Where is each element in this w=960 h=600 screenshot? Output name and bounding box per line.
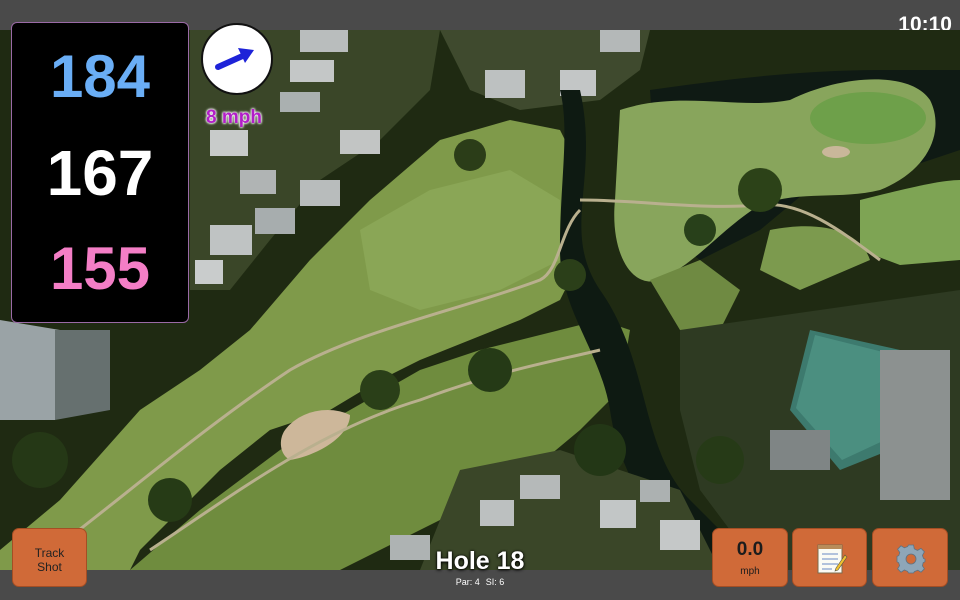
track-shot-line1: Track (34, 546, 65, 560)
track-shot-label: Track Shot (13, 546, 86, 574)
notepad-icon (817, 544, 848, 574)
wind-speed: 8 mph (206, 107, 262, 128)
middle-distance: 167 (46, 137, 154, 209)
front-distance: 155 (49, 235, 151, 302)
speed-unit: mph (740, 566, 760, 577)
settings-button[interactable] (872, 528, 948, 587)
arrow-northeast-icon (215, 48, 254, 70)
wind-indicator (201, 23, 273, 95)
hole-par: Par: 4 (455, 577, 480, 587)
distance-panel: 184 167 155 (11, 22, 189, 323)
notes-button[interactable] (792, 528, 867, 587)
hole-title: Hole 18 (435, 547, 525, 575)
hole-si: SI: 6 (485, 577, 505, 587)
back-distance: 184 (49, 43, 151, 110)
hole-info: Par: 4 SI: 6 (380, 578, 580, 587)
speed-value: 0.0 (736, 539, 764, 560)
gear-icon (896, 544, 926, 574)
track-shot-line2: Shot (37, 560, 62, 574)
track-shot-button[interactable]: Track Shot (12, 528, 87, 587)
speed-button[interactable]: 0.0 mph (712, 528, 788, 587)
